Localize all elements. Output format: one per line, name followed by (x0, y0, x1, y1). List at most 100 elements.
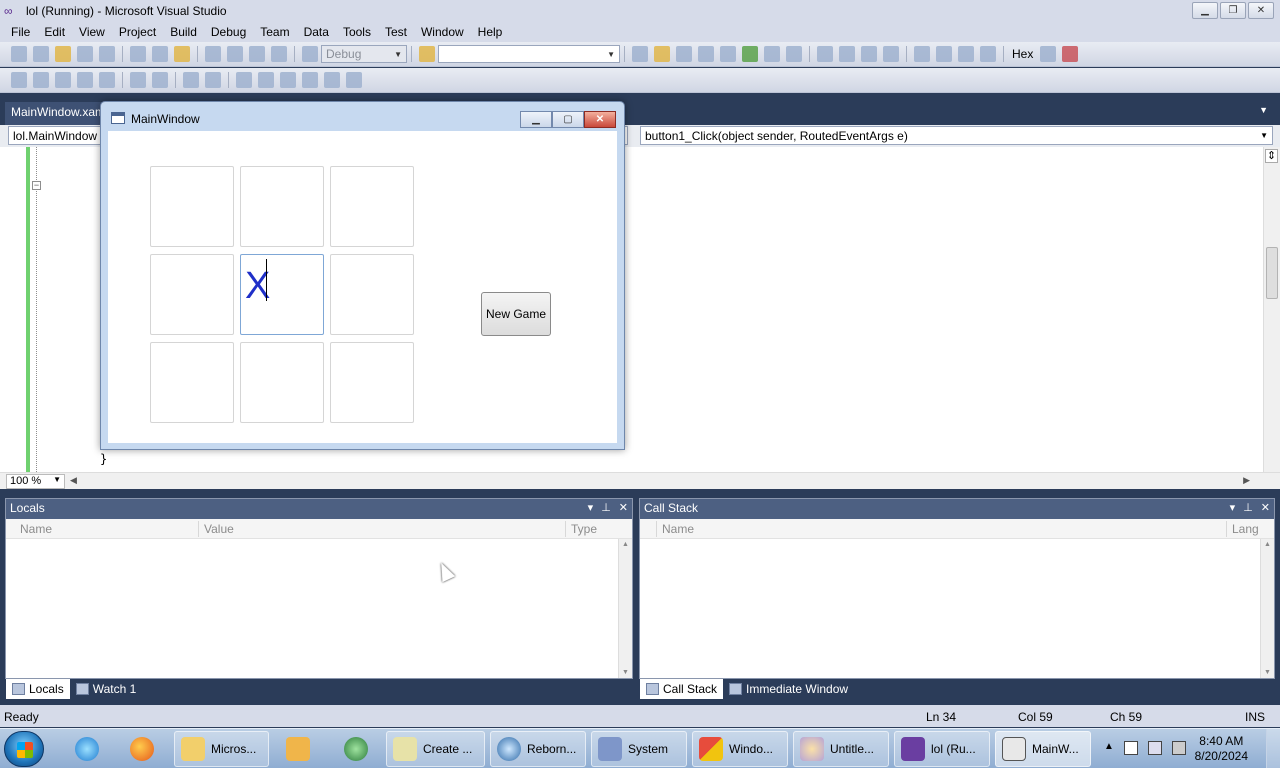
window-position-icon[interactable]: ▾ (588, 501, 594, 514)
window-position-icon[interactable]: ▾ (1230, 501, 1236, 514)
restart-icon[interactable] (883, 46, 899, 62)
save-icon[interactable] (77, 46, 93, 62)
tab-watch-1[interactable]: Watch 1 (70, 679, 143, 699)
start-page-icon[interactable] (742, 46, 758, 62)
active-files-dropdown-icon[interactable]: ▼ (1259, 105, 1268, 115)
toolbox-icon[interactable] (698, 46, 714, 62)
toggle-bookmark-icon[interactable] (205, 72, 221, 88)
system-clock[interactable]: 8:40 AM 8/20/2024 (1195, 734, 1248, 764)
menu-team[interactable]: Team (253, 25, 296, 39)
board-cell-3[interactable] (330, 166, 414, 247)
tab-mainwindow-xaml[interactable]: MainWindow.xaml (5, 102, 114, 125)
menu-build[interactable]: Build (163, 25, 204, 39)
board-cell-5[interactable]: X (240, 254, 324, 335)
display-object-member-list-icon[interactable] (11, 72, 27, 88)
stop-debugging-icon[interactable] (861, 46, 877, 62)
member-navigation-dropdown[interactable]: button1_Click(object sender, RoutedEvent… (640, 126, 1273, 145)
menu-window[interactable]: Window (414, 25, 471, 39)
save-all-icon[interactable] (99, 46, 115, 62)
restore-button[interactable]: ❐ (1220, 2, 1246, 19)
uncomment-lines-icon[interactable] (183, 72, 199, 88)
network-globe-icon[interactable] (334, 731, 378, 767)
taskbar-item-system[interactable]: System (591, 731, 687, 767)
mainwindow-title-bar[interactable]: MainWindow ▁ ▢ ✕ (101, 102, 624, 130)
tab-immediate-window[interactable]: Immediate Window (723, 679, 854, 699)
step-out-icon[interactable] (980, 46, 996, 62)
menu-view[interactable]: View (72, 25, 112, 39)
volume-muted-icon[interactable] (1172, 741, 1186, 755)
other-windows-icon[interactable] (786, 46, 802, 62)
action-center-flag-icon[interactable] (1124, 741, 1138, 755)
column-lang[interactable]: Lang (1232, 522, 1259, 536)
menu-data[interactable]: Data (297, 25, 336, 39)
board-cell-2[interactable] (240, 166, 324, 247)
open-file-icon[interactable] (55, 46, 71, 62)
collapse-region-icon[interactable]: − (32, 181, 41, 190)
redo-icon[interactable] (227, 46, 243, 62)
board-cell-9[interactable] (330, 342, 414, 423)
continue-icon[interactable] (817, 46, 833, 62)
extension-manager-icon[interactable] (764, 46, 780, 62)
add-item-icon[interactable] (33, 46, 49, 62)
firefox-icon[interactable] (121, 731, 163, 767)
network-icon[interactable] (1148, 741, 1162, 755)
board-cell-4[interactable] (150, 254, 234, 335)
menu-tools[interactable]: Tools (336, 25, 378, 39)
show-next-statement-icon[interactable] (914, 46, 930, 62)
taskbar-item-windows[interactable]: Windo... (692, 731, 788, 767)
navigate-backward-icon[interactable] (249, 46, 265, 62)
start-debugging-icon[interactable] (302, 46, 318, 62)
find-in-files-icon[interactable] (419, 46, 435, 62)
pin-icon[interactable]: ⊥ (1243, 501, 1253, 514)
editor-splitter-icon[interactable]: ⇕ (1265, 149, 1278, 163)
app-minimize-button[interactable]: ▁ (520, 111, 552, 128)
show-desktop-button[interactable] (1266, 729, 1280, 768)
undo-icon[interactable] (205, 46, 221, 62)
close-panel-icon[interactable]: ✕ (1261, 501, 1270, 514)
pin-icon[interactable]: ⊥ (601, 501, 611, 514)
minimize-button[interactable]: ▁ (1192, 2, 1218, 19)
previous-bookmark-icon[interactable] (236, 72, 252, 88)
call-stack-scrollbar[interactable] (1260, 539, 1274, 678)
taskbar-item-visual-studio[interactable]: lol (Ru... (894, 731, 990, 767)
locals-scrollbar[interactable] (618, 539, 632, 678)
break-all-icon[interactable] (839, 46, 855, 62)
step-over-icon[interactable] (958, 46, 974, 62)
solution-configuration-dropdown[interactable]: Debug ▼ (321, 45, 407, 63)
column-name[interactable]: Name (662, 522, 694, 536)
taskbar-item-untitled[interactable]: Untitle... (793, 731, 889, 767)
app-close-button[interactable]: ✕ (584, 111, 616, 128)
object-browser-icon[interactable] (676, 46, 692, 62)
taskbar-item-reborn[interactable]: Reborn... (490, 731, 586, 767)
menu-test[interactable]: Test (378, 25, 414, 39)
cut-icon[interactable] (130, 46, 146, 62)
class-view-icon[interactable] (720, 46, 736, 62)
increase-indent-icon[interactable] (130, 72, 146, 88)
tab-call-stack[interactable]: Call Stack (640, 679, 724, 699)
start-button[interactable] (4, 731, 44, 767)
column-name[interactable]: Name (20, 522, 52, 536)
new-project-icon[interactable] (11, 46, 27, 62)
solution-explorer-icon[interactable] (632, 46, 648, 62)
step-into-icon[interactable] (936, 46, 952, 62)
taskbar-item-create[interactable]: Create ... (386, 731, 485, 767)
taskbar-item-explorer[interactable]: Micros... (174, 731, 269, 767)
menu-project[interactable]: Project (112, 25, 163, 39)
hex-toggle[interactable]: Hex (1012, 47, 1033, 61)
display-quick-info-icon[interactable] (55, 72, 71, 88)
scroll-left-icon[interactable]: ◀ (70, 475, 77, 486)
menu-help[interactable]: Help (471, 25, 510, 39)
scroll-right-icon[interactable]: ▶ (1243, 475, 1250, 486)
find-references-icon[interactable] (346, 72, 362, 88)
next-bookmark-in-folder-icon[interactable] (302, 72, 318, 88)
navigate-forward-icon[interactable] (271, 46, 287, 62)
next-bookmark-icon[interactable] (258, 72, 274, 88)
paste-icon[interactable] (174, 46, 190, 62)
close-button[interactable]: ✕ (1248, 2, 1274, 19)
media-player-icon[interactable] (277, 731, 319, 767)
display-word-completion-icon[interactable] (77, 72, 93, 88)
menu-file[interactable]: File (4, 25, 37, 39)
properties-icon[interactable] (654, 46, 670, 62)
column-type[interactable]: Type (571, 522, 597, 536)
close-panel-icon[interactable]: ✕ (619, 501, 628, 514)
